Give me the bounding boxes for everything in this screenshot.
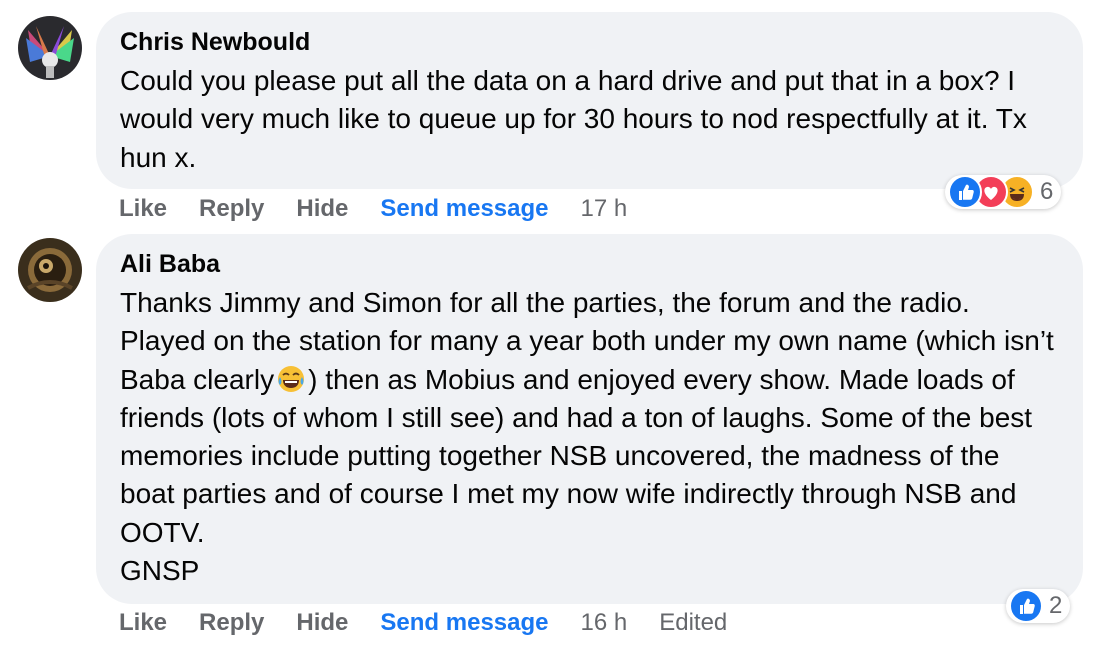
comment-text: Thanks Jimmy and Simon for all the parti… [120, 284, 1059, 590]
like-link[interactable]: Like [119, 195, 167, 223]
tears-of-joy-emoji-icon [276, 364, 306, 394]
like-link[interactable]: Like [119, 609, 167, 637]
send-message-link[interactable]: Send message [380, 195, 548, 223]
comment-bubble: Ali Baba Thanks Jimmy and Simon for all … [96, 234, 1083, 604]
avatar[interactable] [18, 16, 82, 80]
like-icon [948, 175, 982, 209]
reaction-count: 6 [1040, 178, 1054, 205]
reply-link[interactable]: Reply [199, 195, 264, 223]
reactions-summary[interactable]: 2 [1006, 589, 1071, 623]
hide-link[interactable]: Hide [296, 609, 348, 637]
comment-signoff: GNSP [120, 555, 200, 587]
comment-author[interactable]: Chris Newbould [120, 28, 1059, 56]
comment-text: Could you please put all the data on a h… [120, 65, 1027, 173]
avatar[interactable] [18, 238, 82, 302]
comment-author[interactable]: Ali Baba [120, 250, 1059, 278]
send-message-link[interactable]: Send message [380, 609, 548, 637]
comment-timestamp[interactable]: 17 h [581, 195, 628, 223]
avatar-image [18, 16, 82, 80]
reaction-count: 2 [1049, 592, 1063, 619]
edited-label[interactable]: Edited [659, 609, 727, 637]
comment-timestamp[interactable]: 16 h [581, 609, 628, 637]
comment-actions: Like Reply Hide Send message 17 h [119, 195, 659, 223]
hide-link[interactable]: Hide [296, 195, 348, 223]
reply-link[interactable]: Reply [199, 609, 264, 637]
comment-bubble: Chris Newbould Could you please put all … [96, 12, 1083, 189]
comment-actions: Like Reply Hide Send message 16 h Edited [119, 609, 759, 637]
avatar-image [18, 238, 82, 302]
reactions-summary[interactable]: 6 [945, 175, 1062, 209]
like-icon [1009, 589, 1043, 623]
